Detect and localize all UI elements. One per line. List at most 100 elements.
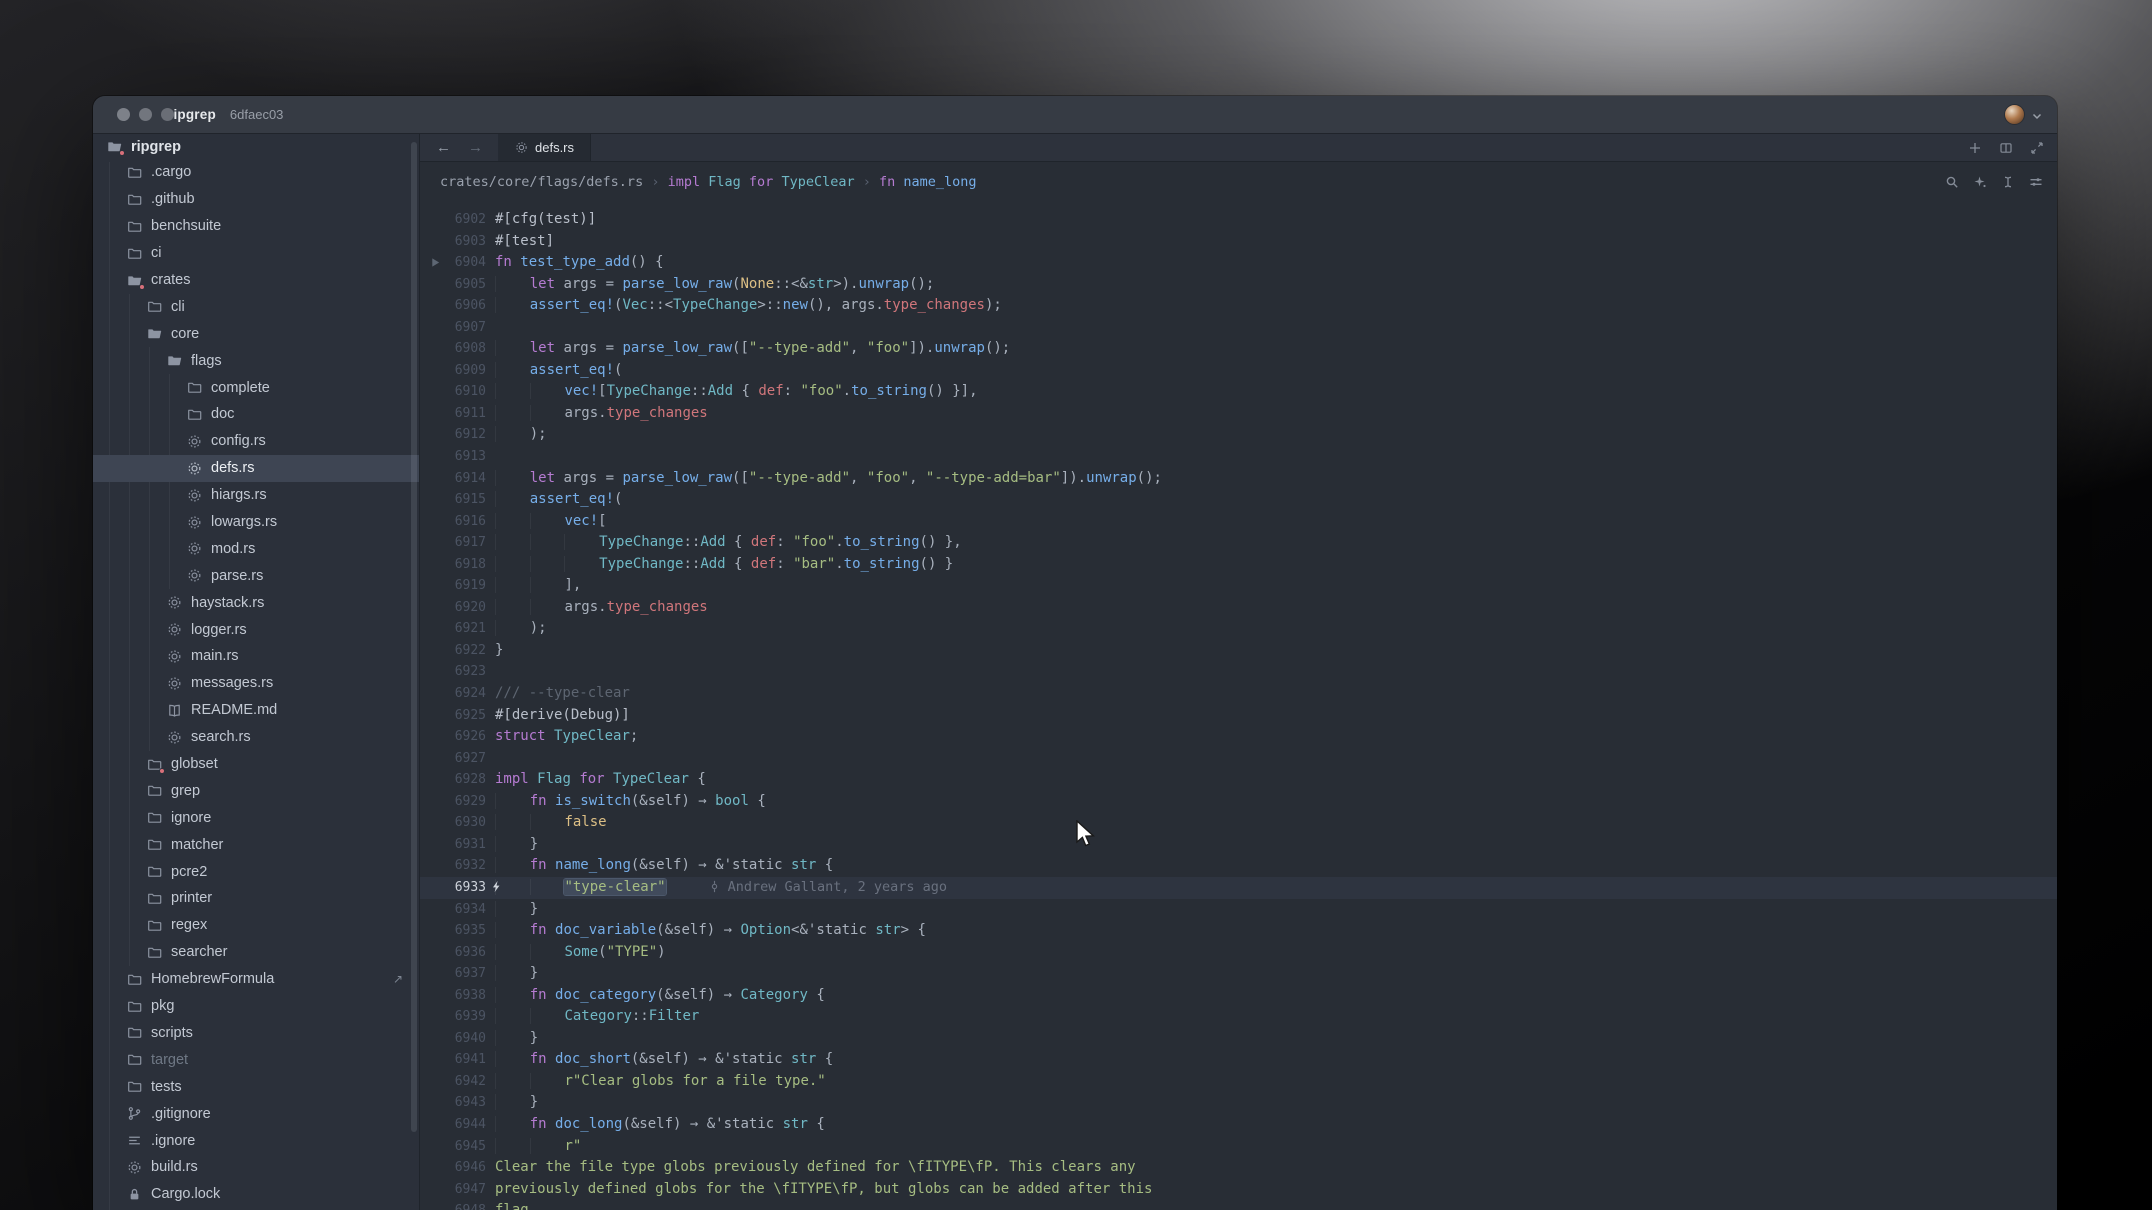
code-line[interactable]: 6911 args.type_changes — [420, 403, 2057, 425]
gutter[interactable]: 6903 — [420, 231, 486, 253]
code-line[interactable]: 6905 let args = parse_low_raw(None::<&st… — [420, 274, 2057, 296]
sidebar-item--gitignore[interactable]: .gitignore — [93, 1100, 419, 1127]
gutter[interactable]: 6914 — [420, 468, 486, 490]
text-cursor-icon[interactable] — [2001, 175, 2015, 189]
gutter[interactable]: 6946 — [420, 1157, 486, 1179]
gutter[interactable]: 6939 — [420, 1006, 486, 1028]
sidebar-item-grep[interactable]: grep — [93, 777, 419, 804]
titlebar[interactable]: ripgrep 6dfaec03 — [93, 96, 2057, 134]
code-line[interactable]: 6926struct TypeClear; — [420, 726, 2057, 748]
gutter[interactable]: 6921 — [420, 618, 486, 640]
code-line[interactable]: 6941 fn doc_short(&self) → &'static str … — [420, 1049, 2057, 1071]
code-line[interactable]: 6922} — [420, 640, 2057, 662]
gutter[interactable]: 6902 — [420, 209, 486, 231]
code-line[interactable]: 6917 TypeChange::Add { def: "foo".to_str… — [420, 532, 2057, 554]
sidebar-item-complete[interactable]: complete — [93, 374, 419, 401]
nav-forward-button[interactable]: → — [468, 140, 483, 155]
code-line[interactable]: 6933 "type-clear"Andrew Gallant, 2 years… — [420, 877, 2057, 899]
gutter[interactable]: 6933 — [420, 877, 486, 899]
sidebar-item-flags[interactable]: flags — [93, 347, 419, 374]
gutter[interactable]: 6948 — [420, 1200, 486, 1210]
chevron-down-icon[interactable] — [2031, 109, 2043, 121]
code-line[interactable]: 6904fn test_type_add() { — [420, 252, 2057, 274]
gutter[interactable]: 6929 — [420, 791, 486, 813]
code-line[interactable]: 6915 assert_eq!( — [420, 489, 2057, 511]
sidebar-item-core[interactable]: core — [93, 320, 419, 347]
sidebar-item-regex[interactable]: regex — [93, 912, 419, 939]
gutter[interactable]: 6919 — [420, 575, 486, 597]
code-line[interactable]: 6929 fn is_switch(&self) → bool { — [420, 791, 2057, 813]
sidebar-scrollbar[interactable] — [411, 142, 417, 1132]
code-line[interactable]: 6946Clear the file type globs previously… — [420, 1157, 2057, 1179]
code-line[interactable]: 6932 fn name_long(&self) → &'static str … — [420, 855, 2057, 877]
sidebar-item-parse-rs[interactable]: parse.rs — [93, 562, 419, 589]
code-action-button[interactable] — [490, 880, 503, 893]
sidebar-item-defs-rs[interactable]: defs.rs — [93, 455, 419, 482]
sidebar-item-messages-rs[interactable]: messages.rs — [93, 670, 419, 697]
gutter[interactable]: 6936 — [420, 942, 486, 964]
code-line[interactable]: 6936 Some("TYPE") — [420, 942, 2057, 964]
gutter[interactable]: 6942 — [420, 1071, 486, 1093]
gutter[interactable]: 6934 — [420, 899, 486, 921]
sidebar-item-config-rs[interactable]: config.rs — [93, 428, 419, 455]
gutter[interactable]: 6904 — [420, 252, 486, 274]
gutter[interactable]: 6922 — [420, 640, 486, 662]
code-line[interactable]: 6937 } — [420, 963, 2057, 985]
code-line[interactable]: 6908 let args = parse_low_raw(["--type-a… — [420, 338, 2057, 360]
code-line[interactable]: 6939 Category::Filter — [420, 1006, 2057, 1028]
code-line[interactable]: 6923 — [420, 661, 2057, 683]
code-editor[interactable]: 6902#[cfg(test)]6903#[test]6904fn test_t… — [420, 202, 2057, 1210]
code-line[interactable]: 6943 } — [420, 1092, 2057, 1114]
code-line[interactable]: 6935 fn doc_variable(&self) → Option<&'s… — [420, 920, 2057, 942]
editor-controls-icon[interactable] — [2029, 175, 2043, 189]
gutter[interactable]: 6931 — [420, 834, 486, 856]
code-line[interactable]: 6934 } — [420, 899, 2057, 921]
new-tab-button[interactable] — [1968, 141, 1982, 155]
maximize-button[interactable] — [161, 108, 174, 121]
gutter[interactable]: 6908 — [420, 338, 486, 360]
inline-assist-icon[interactable] — [1973, 175, 1987, 189]
sidebar-item-printer[interactable]: printer — [93, 885, 419, 912]
gutter[interactable]: 6917 — [420, 532, 486, 554]
code-line[interactable]: 6903#[test] — [420, 231, 2057, 253]
code-line[interactable]: 6914 let args = parse_low_raw(["--type-a… — [420, 468, 2057, 490]
sidebar-item-matcher[interactable]: matcher — [93, 831, 419, 858]
code-line[interactable]: 6938 fn doc_category(&self) → Category { — [420, 985, 2057, 1007]
sidebar-item-main-rs[interactable]: main.rs — [93, 643, 419, 670]
sidebar-item-pkg[interactable]: pkg — [93, 993, 419, 1020]
gutter[interactable]: 6925 — [420, 705, 486, 727]
sidebar-item-ignore[interactable]: ignore — [93, 804, 419, 831]
sidebar-item-tests[interactable]: tests — [93, 1073, 419, 1100]
sidebar-item-cli[interactable]: cli — [93, 293, 419, 320]
close-button[interactable] — [117, 108, 130, 121]
breadcrumb[interactable]: crates/core/flags/defs.rs › impl Flag fo… — [420, 162, 2057, 202]
code-line[interactable]: 6940 } — [420, 1028, 2057, 1050]
gutter[interactable]: 6947 — [420, 1179, 486, 1201]
gutter[interactable]: 6937 — [420, 963, 486, 985]
code-line[interactable]: 6919 ], — [420, 575, 2057, 597]
sidebar-item-cargo-lock[interactable]: Cargo.lock — [93, 1181, 419, 1208]
sidebar-item--cargo[interactable]: .cargo — [93, 159, 419, 186]
gutter[interactable]: 6940 — [420, 1028, 486, 1050]
sidebar-item-haystack-rs[interactable]: haystack.rs — [93, 589, 419, 616]
code-line[interactable]: 6948flag. — [420, 1200, 2057, 1210]
tab-defs-rs[interactable]: defs.rs — [499, 134, 591, 161]
gutter[interactable]: 6927 — [420, 748, 486, 770]
code-line[interactable]: 6912 ); — [420, 424, 2057, 446]
sidebar-item-benchsuite[interactable]: benchsuite — [93, 213, 419, 240]
sidebar-item-crates[interactable]: crates — [93, 267, 419, 294]
code-line[interactable]: 6909 assert_eq!( — [420, 360, 2057, 382]
gutter[interactable]: 6938 — [420, 985, 486, 1007]
gutter[interactable]: 6910 — [420, 381, 486, 403]
search-icon[interactable] — [1945, 175, 1959, 189]
gutter[interactable]: 6943 — [420, 1092, 486, 1114]
sidebar-item-homebrewformula[interactable]: HomebrewFormula↗ — [93, 966, 419, 993]
gutter[interactable]: 6907 — [420, 317, 486, 339]
sidebar-item-mod-rs[interactable]: mod.rs — [93, 535, 419, 562]
sidebar-item-hiargs-rs[interactable]: hiargs.rs — [93, 482, 419, 509]
sidebar-item-ci[interactable]: ci — [93, 240, 419, 267]
gutter[interactable]: 6945 — [420, 1136, 486, 1158]
code-line[interactable]: 6906 assert_eq!(Vec::<TypeChange>::new()… — [420, 295, 2057, 317]
code-line[interactable]: 6931 } — [420, 834, 2057, 856]
gutter[interactable]: 6930 — [420, 812, 486, 834]
